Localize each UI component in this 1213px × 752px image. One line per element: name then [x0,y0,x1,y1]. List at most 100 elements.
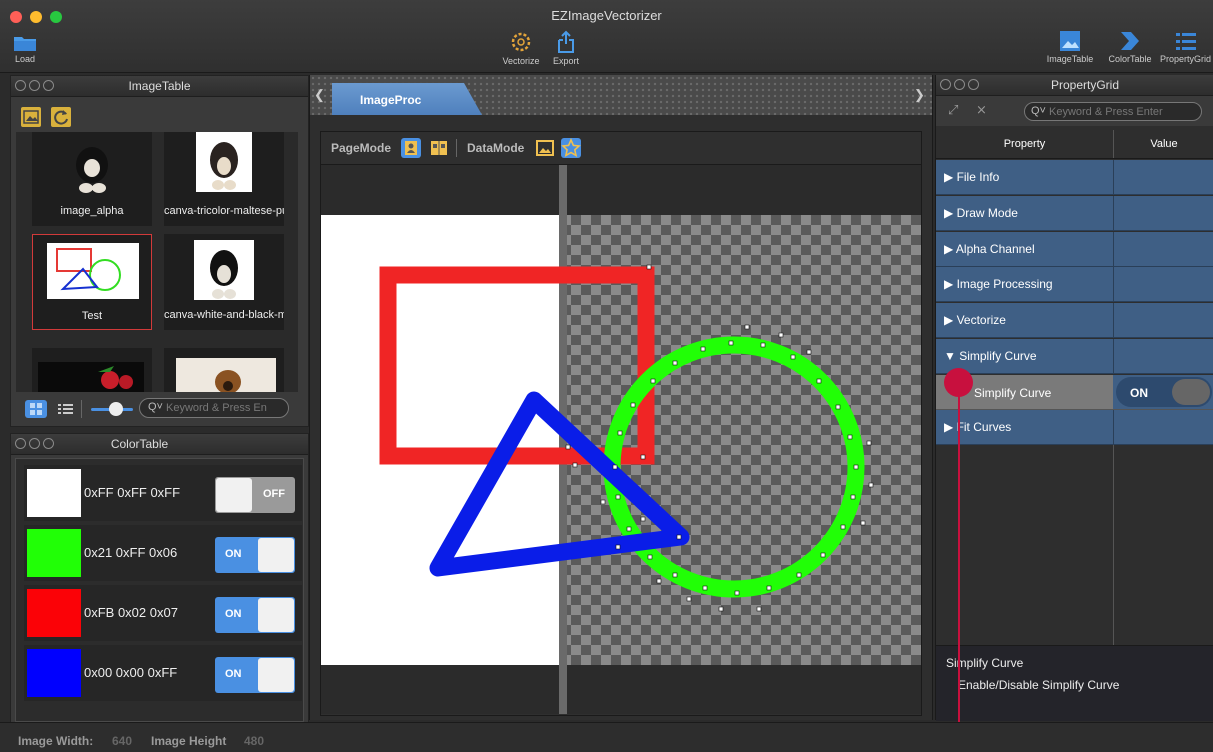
thumb-caption: Test [81,310,103,322]
refresh-icon [54,110,68,125]
export-button[interactable]: Export [548,30,584,66]
load-button[interactable]: Load [10,34,40,64]
color-swatch [27,529,81,577]
puppy-thumbnail [76,147,108,193]
color-table-title: ColorTable [110,437,169,451]
imagetable-label: ImageTable [1046,54,1094,64]
thumb-brown-puppy[interactable] [164,348,284,392]
refresh-button[interactable] [51,107,71,127]
image-table-title: ImageTable [128,79,191,93]
collapse-all-icon[interactable]: ⨯ [976,102,987,118]
toggle-state: OFF [263,488,285,500]
property-label: Simplify Curve [974,386,1052,400]
puppy-thumbnail [176,358,276,392]
simplify-curve-toggle[interactable]: ON [1116,377,1212,407]
tab-scroll-left-icon[interactable]: ❮ [314,87,325,103]
color-row[interactable]: 0x00 0x00 0xFF ON [24,645,302,701]
list-icon [58,404,73,414]
group-label: Image Processing [956,277,1053,291]
share-icon [558,30,574,53]
color-toggle[interactable]: ON [215,597,295,633]
color-swatch [27,649,81,697]
thumb-test-selected[interactable]: Test [32,234,152,330]
property-description: Simplify Curve Enable/Disable Simplify C… [936,645,1213,721]
property-grid-title: PropertyGrid [1050,78,1120,92]
color-toggle[interactable]: OFF [215,477,295,513]
tab-label: ImageProc [360,93,422,107]
group-label: File Info [956,170,1000,184]
group-image-processing[interactable]: ▶ Image Processing [936,267,1213,302]
group-label: Fit Curves [956,420,1012,434]
single-page-button[interactable] [401,138,421,158]
split-page-button[interactable] [429,138,449,158]
image-table-header: ImageTable [11,76,308,97]
color-row[interactable]: 0xFF 0xFF 0xFF OFF [24,465,302,521]
center-panel: ❮ ImageProc ❯ PageMode DataMode [309,75,933,720]
column-property: Property [1003,138,1046,150]
property-search-field[interactable]: Q˅ Keyword & Press Enter [1024,102,1202,121]
add-image-button[interactable] [21,107,41,127]
thumb-image-alpha[interactable]: image_alpha [32,132,152,226]
color-toggle[interactable]: ON [215,657,295,693]
image-height-value: 480 [244,734,265,748]
puppy-thumbnail [210,142,238,190]
status-bar: Image Width: 640 Image Height 480 [0,722,1213,752]
group-vectorize[interactable]: ▶ Vectorize [936,303,1213,338]
raster-mode-button[interactable] [535,138,555,158]
toggle-state: ON [1130,386,1148,400]
gear-icon [511,32,531,52]
panel-close-circle[interactable] [940,79,951,90]
property-simplify-curve[interactable]: Simplify Curve ON [936,375,1213,410]
toggle-state: ON [225,608,242,620]
description-text: Enable/Disable Simplify Curve [958,678,1120,692]
color-label: 0x21 0xFF 0x06 [84,545,178,560]
canvas-viewport[interactable] [321,165,921,714]
color-label: 0x00 0x00 0xFF [84,665,178,680]
color-table-panel: ColorTable 0xFF 0xFF 0xFF OFF 0x21 0xFF … [10,433,309,723]
tab-scroll-right-icon[interactable]: ❯ [914,87,925,103]
folder-icon [14,37,36,51]
group-file-info[interactable]: ▶ File Info [936,160,1213,195]
thumb-canva-tricolor[interactable]: canva-tricolor-maltese-pu... [164,132,284,226]
window-title: EZImageVectorizer [551,8,662,23]
grid-view-button[interactable] [25,400,47,418]
group-draw-mode[interactable]: ▶ Draw Mode [936,196,1213,231]
vectorize-button[interactable]: Vectorize [496,30,546,66]
colortable-toolbar-button[interactable]: ColorTable [1102,30,1158,64]
group-label: Alpha Channel [955,242,1035,256]
column-value: Value [1150,138,1178,150]
thumb-strawberry[interactable] [32,348,152,392]
color-list: 0xFF 0xFF 0xFF OFF 0x21 0xFF 0x06 ON 0xF… [15,458,304,722]
test-thumbnail [47,243,139,299]
color-swatch [27,469,81,517]
tab-bar: ❮ ImageProc ❯ [310,75,932,115]
color-row[interactable]: 0x21 0xFF 0x06 ON [24,525,302,581]
image-icon [1060,31,1080,51]
color-row[interactable]: 0xFB 0x02 0x07 ON [24,585,302,641]
thumb-canva-white-black[interactable]: canva-white-and-black-m... [164,234,284,330]
list-view-button[interactable] [55,400,75,418]
picture-icon [23,110,39,124]
image-table-panel: ImageTable image_alpha canva-tricolor-ma… [10,75,309,427]
vectorize-label: Vectorize [502,56,540,66]
datamode-label: DataMode [467,141,525,155]
picture-icon [536,140,554,156]
property-toolbar: ⤢ ⨯ Q˅ Keyword & Press Enter [936,96,1213,126]
annotation-line [958,382,960,747]
image-search-field[interactable]: Q˅ Keyword & Press En [139,398,289,418]
palette-icon [1121,32,1139,50]
image-width-label: Image Width: [18,734,94,748]
slider-knob[interactable] [109,402,123,416]
imagetable-toolbar-button[interactable]: ImageTable [1042,30,1098,64]
vector-mode-button[interactable] [561,138,581,158]
propertygrid-toolbar-button[interactable]: PropertyGrid [1158,30,1213,64]
toggle-state: ON [225,548,242,560]
strawberry-thumbnail [38,362,144,392]
tab-imageproc[interactable]: ImageProc [332,83,482,115]
expand-all-icon[interactable]: ⤢ [948,102,958,118]
group-alpha-channel[interactable]: ▶ Alpha Channel [936,232,1213,267]
color-toggle[interactable]: ON [215,537,295,573]
canvas-area: PageMode DataMode [320,131,922,716]
group-fit-curves[interactable]: ▶ Fit Curves [936,410,1213,445]
group-simplify-curve[interactable]: ▼ Simplify Curve [936,339,1213,374]
